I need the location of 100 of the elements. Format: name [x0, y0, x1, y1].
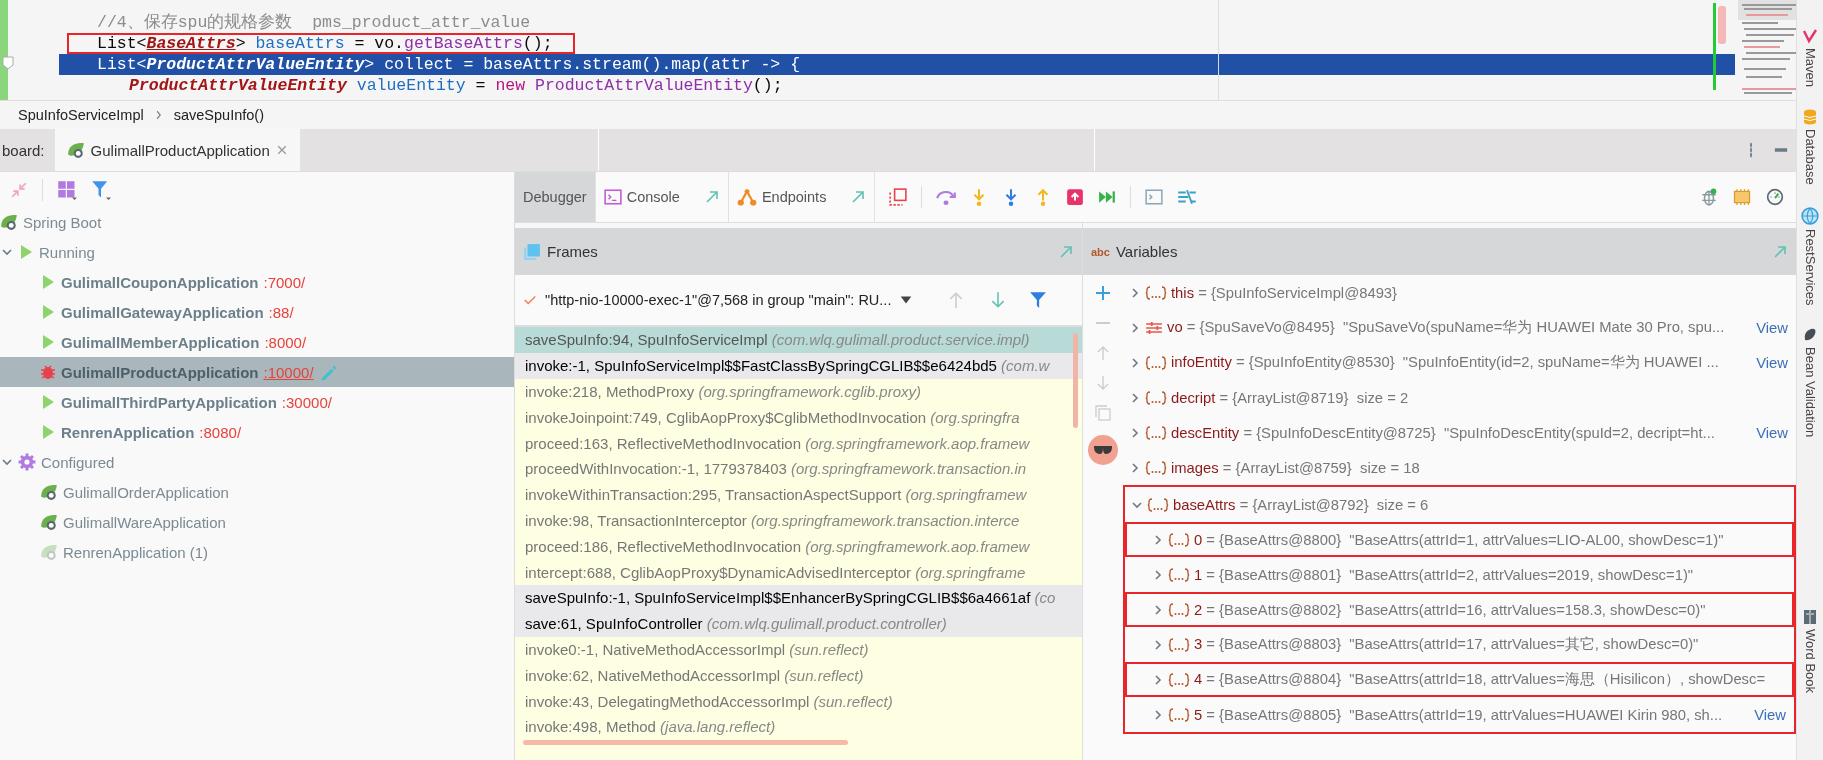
chevron-right-icon[interactable]	[1152, 673, 1164, 686]
highlight-frame[interactable]: 4 = {BaseAttrs@8804} "BaseAttrs(attrId=18, attrValues=海思（Hisilicon）, showDesc=	[1125, 662, 1794, 697]
variable-row[interactable]: vo = {SpuSaveVo@8495} "SpuSaveVo(spuName=华为 HUAWEI Mate 30 Pro, spu... View	[1123, 310, 1796, 345]
port-link[interactable]: :8080/	[199, 423, 242, 441]
spring-boot-icon	[40, 513, 58, 531]
tool-window-button[interactable]: Database	[1802, 109, 1818, 185]
tool-window-button[interactable]: Bean Validation	[1802, 327, 1818, 438]
tree-node[interactable]: Spring Boot	[0, 207, 514, 237]
trace-icon[interactable]	[1177, 188, 1198, 206]
variable-row[interactable]: images = {ArrayList@8759} size = 18	[1123, 450, 1796, 485]
more-icon[interactable]	[1748, 142, 1754, 158]
variable-row[interactable]: infoEntity = {SpuInfoEntity@8530} "SpuInfoEntity(id=2, spuName=华为 HUAWEI ... View	[1123, 345, 1796, 380]
run-to-cursor-icon[interactable]	[1098, 188, 1117, 206]
arrow-up-icon[interactable]	[1095, 345, 1111, 361]
tree-node[interactable]: Running	[0, 237, 514, 267]
chevron-right-icon[interactable]	[1129, 426, 1141, 439]
variable-row[interactable]: 5 = {BaseAttrs@8805} "BaseAttrs(attrId=19, attrValues=HUAWEI Kirin 980, sh... View	[1125, 697, 1794, 732]
tree-label: GulimallCouponApplication	[61, 273, 259, 291]
memory-icon[interactable]	[1732, 188, 1752, 206]
chevron-right-icon[interactable]	[1152, 638, 1164, 651]
step-over-icon[interactable]	[936, 188, 957, 206]
port-link[interactable]: :8000/	[264, 333, 307, 351]
variable-text: 5 = {BaseAttrs@8805} "BaseAttrs(attrId=19, attrValues=HUAWEI Kirin 980, sh...	[1194, 706, 1723, 723]
evaluate-icon[interactable]	[1145, 188, 1164, 206]
tree-label: GulimallOrderApplication	[63, 483, 229, 501]
tool-window-button[interactable]: Maven	[1802, 28, 1818, 88]
add-icon[interactable]	[1095, 285, 1111, 301]
spring-boot-icon	[40, 543, 58, 561]
breadcrumb-item[interactable]: SpuInfoServiceImpl	[18, 107, 144, 123]
chevron-right-icon[interactable]	[1152, 533, 1164, 546]
chevron-down-icon[interactable]	[1, 456, 13, 468]
variable-text: baseAttrs = {ArrayList@8792} size = 6	[1173, 496, 1429, 513]
tree-node[interactable]: Configured	[0, 447, 514, 477]
tree-label: Spring Boot	[23, 213, 102, 231]
thread-dropdown[interactable]: "http-nio-10000-exec-1"@7,568 in group "main": RU...	[545, 292, 892, 308]
collapse-icon[interactable]	[10, 180, 28, 199]
scrollbar[interactable]	[1073, 333, 1078, 428]
port-link[interactable]: :7000/	[263, 273, 306, 291]
port-link[interactable]: :30000/	[281, 393, 332, 411]
chevron-right-icon[interactable]	[1129, 391, 1141, 404]
stack-frame[interactable]: save:61, SpuInfoController (com.wlq.gulimall.product.controller)	[515, 610, 1082, 637]
drop-frame-icon[interactable]	[1066, 188, 1085, 206]
object-icon	[1145, 390, 1167, 405]
tree-item[interactable]: GulimallMemberApplication :8000/	[0, 327, 514, 357]
chevron-right-icon[interactable]	[1129, 356, 1141, 369]
variable-row[interactable]: descEntity = {SpuInfoDescEntity@8725} "SpuInfoDescEntity(spuId=2, decript=ht... View	[1123, 415, 1796, 450]
variable-text: images = {ArrayList@8759} size = 18	[1171, 459, 1420, 476]
scrollbar[interactable]	[523, 739, 848, 745]
port-link[interactable]: :88/	[268, 303, 294, 321]
glasses-icon[interactable]	[1088, 435, 1118, 465]
tree-label: Running	[39, 243, 95, 261]
run-icon	[40, 304, 56, 320]
chevron-right-icon[interactable]	[1129, 461, 1141, 474]
run-icon	[40, 334, 56, 350]
frames-icon[interactable]	[889, 188, 908, 206]
tree-item[interactable]: GulimallWareApplication	[0, 507, 514, 537]
variable-row[interactable]: baseAttrs = {ArrayList@8792} size = 6	[1125, 487, 1794, 522]
object-icon	[1168, 707, 1190, 722]
chevron-right-icon[interactable]	[1152, 603, 1164, 616]
tree-label: Configured	[41, 453, 115, 471]
stack-frame[interactable]: invoke:-1, SpuInfoServiceImpl$$FastClassBySpringCGLIB$$e6424bd5 (com.w	[515, 352, 1082, 379]
highlight-frame[interactable]: 2 = {BaseAttrs@8802} "BaseAttrs(attrId=16, attrValues=158.3, showDesc=0)"	[1125, 592, 1794, 627]
expand-arrow-icon[interactable]	[850, 189, 867, 205]
view-link[interactable]: View	[1756, 354, 1794, 371]
tree-item[interactable]: GulimallOrderApplication	[0, 477, 514, 507]
chevron-down-icon[interactable]	[1, 246, 13, 258]
view-link[interactable]: View	[1756, 319, 1794, 336]
view-link[interactable]: View	[1754, 706, 1792, 723]
chevron-right-icon[interactable]	[1129, 286, 1141, 299]
object-icon	[1168, 637, 1190, 652]
variable-text: 2 = {BaseAttrs@8802} "BaseAttrs(attrId=16, attrValues=158.3, showDesc=0)"	[1194, 601, 1706, 618]
highlight-frame[interactable]: 0 = {BaseAttrs@8800} "BaseAttrs(attrId=1, attrValues=LIO-AL00, showDesc=1)"	[1125, 522, 1794, 557]
filter-icon[interactable]	[91, 179, 111, 200]
tool-window-button[interactable]: RestServices	[1801, 206, 1819, 306]
tree-item[interactable]: RenrenApplication :8080/	[0, 417, 514, 447]
view-link[interactable]: View	[1756, 424, 1794, 441]
tree-item[interactable]: GulimallThirdPartyApplication :30000/	[0, 387, 514, 417]
variable-row[interactable]: 3 = {BaseAttrs@8803} "BaseAttrs(attrId=17, attrValues=其它, showDesc=0)"	[1125, 627, 1794, 662]
arrow-down-icon[interactable]	[1095, 375, 1111, 391]
chevron-right-icon[interactable]	[1152, 708, 1164, 721]
run-tab[interactable]: GulimallProductApplication	[54, 129, 300, 171]
tree-item[interactable]: GulimallGatewayApplication :88/	[0, 297, 514, 327]
debugger-tab[interactable]: Debugger	[515, 172, 596, 222]
breadcrumb-item[interactable]: saveSpuInfo()	[173, 107, 264, 123]
gauge-icon[interactable]	[1766, 188, 1784, 206]
spring-boot-icon	[40, 483, 58, 501]
variable-row[interactable]: this = {SpuInfoServiceImpl@8493}	[1123, 275, 1796, 310]
stack-frame[interactable]: saveSpuInfo:-1, SpuInfoServiceImpl$$EnhancerBySpringCGLIB$$6a4661af (co	[515, 584, 1082, 611]
filter-icon[interactable]	[1029, 291, 1048, 309]
tool-window-button[interactable]: Word Book	[1802, 609, 1818, 694]
variable-row[interactable]: decript = {ArrayList@8719} size = 2	[1123, 380, 1796, 415]
tree-item[interactable]: RenrenApplication (1)	[0, 537, 514, 567]
stack-frame[interactable]: saveSpuInfo:94, SpuInfoServiceImpl (com.wlq.gulimall.product.service.impl)	[515, 327, 1082, 353]
chevron-right-icon[interactable]	[1129, 321, 1141, 334]
chevron-right-icon[interactable]	[1152, 568, 1164, 581]
tree-item[interactable]: GulimallCouponApplication :7000/	[0, 267, 514, 297]
close-icon[interactable]	[275, 144, 288, 156]
group-icon[interactable]	[57, 179, 77, 200]
variable-row[interactable]: 1 = {BaseAttrs@8801} "BaseAttrs(attrId=2, attrValues=2019, showDesc=1)"	[1125, 557, 1794, 592]
variable-text: this = {SpuInfoServiceImpl@8493}	[1171, 284, 1398, 301]
